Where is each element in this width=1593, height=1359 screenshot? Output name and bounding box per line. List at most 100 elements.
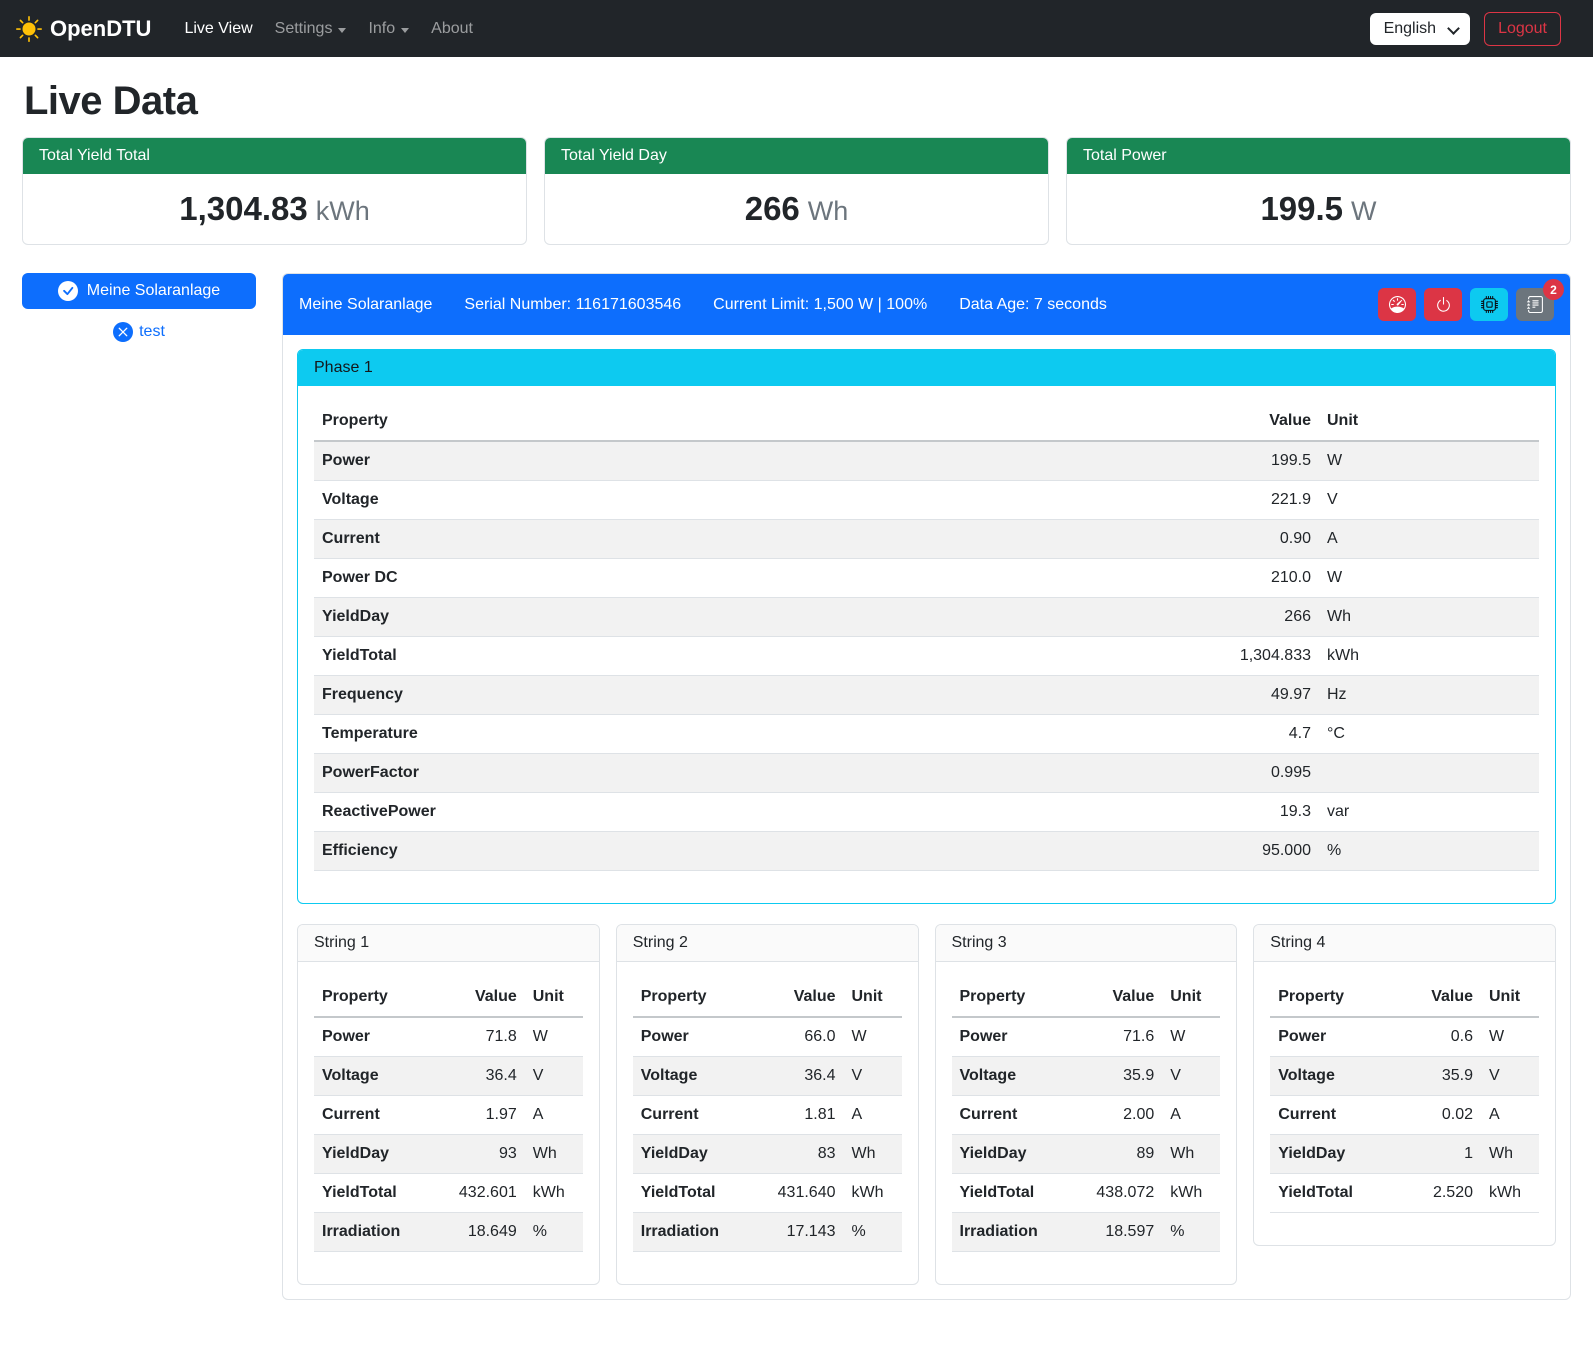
property-cell: Efficiency: [314, 832, 1179, 871]
table-row: Irradiation18.649%: [314, 1213, 583, 1252]
value-cell: 66.0: [760, 1017, 844, 1057]
table-row: Frequency49.97Hz: [314, 676, 1539, 715]
logout-button[interactable]: Logout: [1484, 12, 1561, 46]
value-cell: 36.4: [760, 1057, 844, 1096]
table-row: Irradiation18.597%: [952, 1213, 1221, 1252]
card-title: Total Yield Total: [23, 138, 526, 174]
table-row: YieldTotal431.640kWh: [633, 1174, 902, 1213]
phase-title: Phase 1: [298, 350, 1555, 386]
table-row: Power71.6W: [952, 1017, 1221, 1057]
unit-cell: W: [844, 1017, 902, 1057]
nav-item-info[interactable]: Info: [357, 12, 420, 46]
unit-cell: W: [1162, 1017, 1220, 1057]
inverter-button-selected[interactable]: Meine Solaranlage: [22, 273, 256, 309]
property-cell: Temperature: [314, 715, 1179, 754]
value-cell: 431.640: [760, 1174, 844, 1213]
total-power-card: Total Power 199.5W: [1066, 137, 1571, 245]
property-cell: Voltage: [633, 1057, 760, 1096]
nav-item-settings[interactable]: Settings: [264, 12, 358, 46]
property-cell: Power: [314, 441, 1179, 481]
value-cell: 221.9: [1179, 481, 1319, 520]
inverter-link-test[interactable]: test: [139, 323, 165, 341]
unit-cell: V: [1481, 1057, 1539, 1096]
event-log-button[interactable]: 2: [1516, 288, 1554, 321]
unit-cell: Wh: [844, 1135, 902, 1174]
inverter-card-header: Meine Solaranlage Serial Number: 1161716…: [283, 274, 1570, 335]
table-row: YieldTotal2.520kWh: [1270, 1174, 1539, 1213]
string-table: Property Value Unit Power71.8WVoltage36.…: [314, 978, 583, 1252]
value-cell: 95.000: [1179, 832, 1319, 871]
table-row: YieldDay1Wh: [1270, 1135, 1539, 1174]
unit-cell: A: [1162, 1096, 1220, 1135]
total-yield-day-card: Total Yield Day 266Wh: [544, 137, 1049, 245]
column-header-property: Property: [633, 978, 760, 1017]
power-button[interactable]: [1424, 288, 1462, 321]
column-header-unit: Unit: [1481, 978, 1539, 1017]
string-title: String 3: [936, 925, 1237, 962]
value-cell: 18.649: [441, 1213, 525, 1252]
property-cell: YieldDay: [633, 1135, 760, 1174]
value-cell: 0.995: [1179, 754, 1319, 793]
brand[interactable]: OpenDTU: [16, 16, 151, 42]
table-row: YieldTotal432.601kWh: [314, 1174, 583, 1213]
unit-cell: kWh: [525, 1174, 583, 1213]
unit-cell: V: [1319, 481, 1539, 520]
property-cell: Power: [633, 1017, 760, 1057]
card-value: 266: [745, 190, 800, 227]
table-row: Current2.00A: [952, 1096, 1221, 1135]
column-header-value: Value: [1397, 978, 1481, 1017]
table-row: Current1.97A: [314, 1096, 583, 1135]
unit-cell: %: [1319, 832, 1539, 871]
unit-cell: V: [844, 1057, 902, 1096]
property-cell: YieldTotal: [1270, 1174, 1397, 1213]
unit-cell: A: [1319, 520, 1539, 559]
string-title: String 1: [298, 925, 599, 962]
table-row: Power DC210.0W: [314, 559, 1539, 598]
total-yield-total-card: Total Yield Total 1,304.83kWh: [22, 137, 527, 245]
table-row: Voltage35.9V: [952, 1057, 1221, 1096]
card-unit: kWh: [316, 196, 370, 226]
value-cell: 89: [1078, 1135, 1162, 1174]
table-row: YieldDay83Wh: [633, 1135, 902, 1174]
chevron-down-icon: [338, 28, 346, 33]
value-cell: 35.9: [1078, 1057, 1162, 1096]
inverter-name: Meine Solaranlage: [299, 296, 432, 314]
limit-settings-button[interactable]: [1378, 288, 1416, 321]
column-header-property: Property: [314, 402, 1179, 441]
value-cell: 4.7: [1179, 715, 1319, 754]
value-cell: 71.6: [1078, 1017, 1162, 1057]
value-cell: 1,304.833: [1179, 637, 1319, 676]
unit-cell: A: [525, 1096, 583, 1135]
string-2-card: String 2 Property Value Unit: [616, 924, 919, 1285]
unit-cell: kWh: [1319, 637, 1539, 676]
nav-item-about[interactable]: About: [420, 12, 484, 46]
value-cell: 199.5: [1179, 441, 1319, 481]
table-row: YieldTotal438.072kWh: [952, 1174, 1221, 1213]
unit-cell: %: [844, 1213, 902, 1252]
table-row: Temperature4.7°C: [314, 715, 1539, 754]
table-row: Efficiency95.000%: [314, 832, 1539, 871]
device-info-button[interactable]: [1470, 288, 1508, 321]
language-select[interactable]: English: [1370, 13, 1470, 45]
value-cell: 0.90: [1179, 520, 1319, 559]
unit-cell: V: [1162, 1057, 1220, 1096]
inverter-selector: Meine Solaranlage test: [22, 273, 256, 342]
table-row: PowerFactor0.995: [314, 754, 1539, 793]
unit-cell: Hz: [1319, 676, 1539, 715]
column-header-property: Property: [314, 978, 441, 1017]
phase-table: Property Value Unit Power199.5WVoltage22…: [314, 402, 1539, 871]
string-title: String 4: [1254, 925, 1555, 962]
value-cell: 93: [441, 1135, 525, 1174]
language-value: English: [1384, 20, 1436, 37]
string-3-card: String 3 Property Value Unit: [935, 924, 1238, 1285]
value-cell: 438.072: [1078, 1174, 1162, 1213]
value-cell: 266: [1179, 598, 1319, 637]
table-row: Voltage35.9V: [1270, 1057, 1539, 1096]
value-cell: 17.143: [760, 1213, 844, 1252]
nav-item-live-view[interactable]: Live View: [173, 12, 263, 46]
column-header-unit: Unit: [1319, 402, 1539, 441]
unit-cell: W: [1481, 1017, 1539, 1057]
property-cell: Irradiation: [314, 1213, 441, 1252]
property-cell: Voltage: [314, 1057, 441, 1096]
value-cell: 0.6: [1397, 1017, 1481, 1057]
